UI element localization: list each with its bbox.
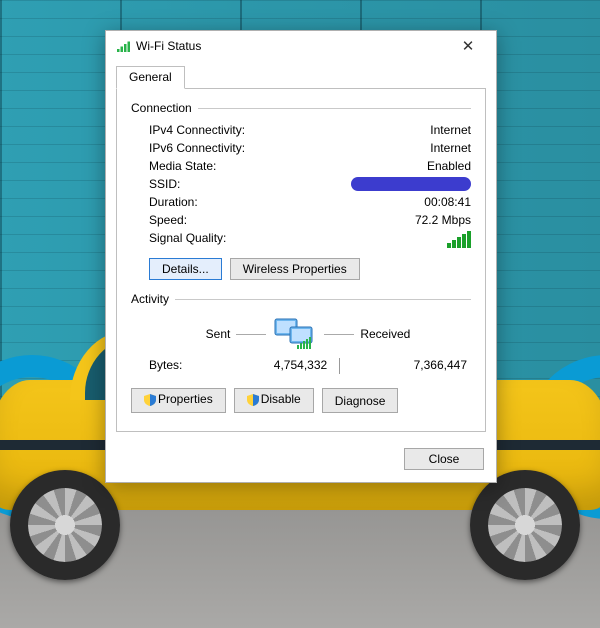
group-connection-label: Connection <box>131 101 192 115</box>
speed-value: 72.2 Mbps <box>415 213 471 227</box>
row-signal-quality: Signal Quality: <box>131 229 471 250</box>
row-duration: Duration: 00:08:41 <box>131 193 471 211</box>
window-title: Wi-Fi Status <box>132 39 448 53</box>
tabstrip: General <box>106 59 496 88</box>
shield-icon <box>144 394 156 409</box>
row-media-state: Media State: Enabled <box>131 157 471 175</box>
duration-label: Duration: <box>149 195 198 209</box>
row-ipv6: IPv6 Connectivity: Internet <box>131 139 471 157</box>
network-activity-icon <box>272 316 318 352</box>
close-dialog-button[interactable]: Close <box>404 448 484 470</box>
titlebar[interactable]: Wi-Fi Status ✕ <box>106 31 496 59</box>
disable-button[interactable]: Disable <box>234 388 314 413</box>
ipv6-value: Internet <box>430 141 471 155</box>
ssid-label: SSID: <box>149 177 180 191</box>
row-speed: Speed: 72.2 Mbps <box>131 211 471 229</box>
ipv4-value: Internet <box>430 123 471 137</box>
sent-label: Sent <box>206 327 231 341</box>
activity-row: Sent Received <box>131 312 471 352</box>
bytes-received-value: 7,366,447 <box>361 358 467 374</box>
bytes-label: Bytes: <box>149 358 255 374</box>
speed-label: Speed: <box>149 213 187 227</box>
wireless-properties-button[interactable]: Wireless Properties <box>230 258 360 280</box>
ssid-redacted <box>351 177 471 191</box>
media-state-label: Media State: <box>149 159 216 173</box>
bytes-row: Bytes: 4,754,332 7,366,447 <box>131 352 471 380</box>
wifi-status-dialog: Wi-Fi Status ✕ General Connection IPv4 C… <box>105 30 497 483</box>
dialog-footer: Close <box>106 440 496 482</box>
ipv4-label: IPv4 Connectivity: <box>149 123 245 137</box>
wifi-signal-icon <box>116 39 132 53</box>
row-ipv4: IPv4 Connectivity: Internet <box>131 121 471 139</box>
close-button[interactable]: ✕ <box>448 37 488 55</box>
diagnose-button[interactable]: Diagnose <box>322 388 399 413</box>
group-connection-header: Connection <box>131 101 471 115</box>
details-button[interactable]: Details... <box>149 258 222 280</box>
shield-icon <box>247 394 259 409</box>
signal-quality-label: Signal Quality: <box>149 231 226 248</box>
duration-value: 00:08:41 <box>424 195 471 209</box>
group-activity-label: Activity <box>131 292 169 306</box>
media-state-value: Enabled <box>427 159 471 173</box>
bytes-sent-value: 4,754,332 <box>274 358 327 372</box>
properties-button[interactable]: Properties <box>131 388 226 413</box>
row-ssid: SSID: <box>131 175 471 193</box>
received-label: Received <box>360 327 410 341</box>
tab-general[interactable]: General <box>116 66 185 89</box>
group-activity-header: Activity <box>131 292 471 306</box>
tab-panel-general: Connection IPv4 Connectivity: Internet I… <box>116 88 486 432</box>
ipv6-label: IPv6 Connectivity: <box>149 141 245 155</box>
signal-quality-icon <box>447 231 471 248</box>
